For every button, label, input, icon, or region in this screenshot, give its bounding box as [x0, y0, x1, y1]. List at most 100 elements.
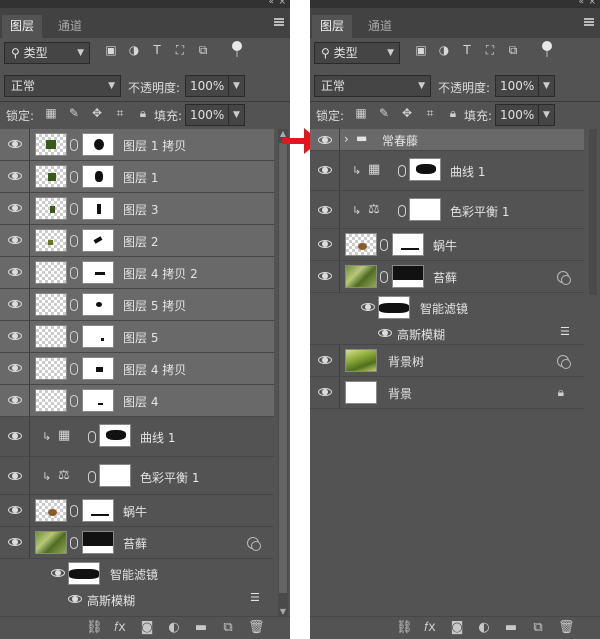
layer-row[interactable]: 高斯模糊 ☰ [310, 321, 584, 345]
adjustment-layer-icon[interactable]: ◐ [477, 620, 491, 635]
lock-artboard-icon[interactable]: ⌗ [113, 106, 127, 121]
blend-mode-dropdown[interactable]: 正常 ▼ [314, 75, 431, 97]
image-filter-icon[interactable]: ▣ [414, 43, 428, 57]
eye-icon[interactable] [7, 394, 23, 406]
eye-icon[interactable] [67, 593, 83, 605]
layer-row[interactable]: 图层 1 拷贝 [0, 129, 274, 161]
layer-row[interactable]: 图层 4 [0, 385, 274, 417]
layer-row[interactable]: 蜗牛 [310, 229, 584, 261]
layer-row[interactable]: ↳ ▦ 曲线 1 [310, 151, 584, 191]
fx-icon[interactable]: 𝑓x [113, 620, 127, 635]
type-filter-icon[interactable]: T [150, 43, 164, 57]
layer-row[interactable]: 图层 1 [0, 161, 274, 193]
smart-object-filter-icon[interactable]: ⧉ [506, 43, 520, 57]
eye-icon[interactable] [7, 298, 23, 310]
eye-icon[interactable] [7, 138, 23, 150]
layer-list-scrollbar[interactable] [588, 129, 598, 616]
blend-mode-dropdown[interactable]: 正常 ▼ [4, 75, 121, 97]
fill-input[interactable]: 100% [185, 104, 229, 126]
eye-icon[interactable] [317, 270, 333, 282]
filter-kind-dropdown[interactable]: ⚲ 类型 ▼ [314, 42, 400, 64]
filter-toggle[interactable] [542, 41, 552, 57]
eye-icon[interactable] [7, 362, 23, 374]
eye-icon[interactable] [360, 301, 376, 313]
eye-icon[interactable] [317, 386, 333, 398]
eye-icon[interactable] [317, 204, 333, 216]
new-layer-icon[interactable]: ⧉ [531, 620, 545, 635]
chevron-down-icon[interactable]: ▼ [539, 104, 555, 126]
tab-layers[interactable]: 图层 [2, 15, 43, 38]
filter-kind-dropdown[interactable]: ⚲ 类型 ▼ [4, 42, 90, 64]
new-layer-icon[interactable]: ⧉ [221, 620, 235, 635]
trash-icon[interactable]: 🗑︎ [558, 620, 575, 635]
eye-icon[interactable] [317, 238, 333, 250]
layer-row[interactable]: 背景树 [310, 345, 584, 377]
eye-icon[interactable] [317, 134, 333, 146]
eye-icon[interactable] [7, 234, 23, 246]
close-button[interactable]: × [588, 0, 596, 7]
lock-move-icon[interactable]: ✥ [400, 106, 414, 121]
fx-icon[interactable]: 𝑓x [423, 620, 437, 635]
lock-transparent-icon[interactable]: ▦ [354, 106, 368, 121]
eye-icon[interactable] [377, 327, 393, 339]
chevron-down-icon[interactable]: ▼ [229, 75, 245, 97]
layer-row[interactable]: ↳ ▦ 曲线 1 [0, 417, 274, 457]
layer-row[interactable]: 背景 🔒︎ [310, 377, 584, 409]
eye-icon[interactable] [7, 170, 23, 182]
adjustment-filter-icon[interactable]: ◑ [127, 43, 141, 57]
tab-channels[interactable]: 通道 [360, 15, 400, 38]
layer-row[interactable]: 蜗牛 [0, 495, 274, 527]
eye-icon[interactable] [7, 202, 23, 214]
eye-icon[interactable] [317, 164, 333, 176]
collapse-button[interactable]: « [578, 0, 584, 7]
layer-row[interactable]: 智能滤镜 [0, 559, 274, 587]
layer-row[interactable]: 高斯模糊 ☰ [0, 587, 274, 611]
opacity-input[interactable]: 100% [495, 75, 539, 97]
trash-icon[interactable]: 🗑︎ [248, 620, 265, 635]
lock-move-icon[interactable]: ✥ [90, 106, 104, 121]
layer-row[interactable]: 图层 4 拷贝 [0, 353, 274, 385]
layer-list-scrollbar[interactable]: ▲ ▼ [278, 129, 288, 616]
layer-row[interactable]: › ▬ 常春藤 [310, 129, 584, 151]
shape-filter-icon[interactable]: ⛶ [483, 43, 497, 57]
new-group-icon[interactable]: ▬ [504, 620, 518, 635]
layer-row[interactable]: 苔藓 [0, 527, 274, 559]
lock-brush-icon[interactable]: ✎ [67, 106, 81, 121]
eye-icon[interactable] [50, 567, 66, 579]
new-group-icon[interactable]: ▬ [194, 620, 208, 635]
chevron-down-icon[interactable]: ▼ [539, 75, 555, 97]
layer-row[interactable]: ↳ ⚖ 色彩平衡 1 [310, 191, 584, 229]
layer-row[interactable]: 图层 5 拷贝 [0, 289, 274, 321]
link-layers-icon[interactable]: ⛓ [86, 620, 103, 635]
fill-input[interactable]: 100% [495, 104, 539, 126]
filter-toggle[interactable] [232, 41, 242, 57]
lock-all-icon[interactable]: 🔒︎ [136, 106, 150, 121]
add-mask-icon[interactable]: ◙ [140, 620, 154, 635]
panel-menu-icon[interactable] [274, 18, 284, 26]
type-filter-icon[interactable]: T [460, 43, 474, 57]
lock-all-icon[interactable]: 🔒︎ [446, 106, 460, 121]
tab-layers[interactable]: 图层 [312, 15, 353, 38]
eye-icon[interactable] [7, 536, 23, 548]
chevron-right-icon[interactable]: › [344, 132, 349, 146]
layer-row[interactable]: 智能滤镜 [310, 293, 584, 321]
panel-menu-icon[interactable] [584, 18, 594, 26]
image-filter-icon[interactable]: ▣ [104, 43, 118, 57]
lock-transparent-icon[interactable]: ▦ [44, 106, 58, 121]
eye-icon[interactable] [7, 470, 23, 482]
filter-options-icon[interactable]: ☰ [250, 591, 260, 604]
layer-row[interactable]: 苔藓 [310, 261, 584, 293]
smart-object-filter-icon[interactable]: ⧉ [196, 43, 210, 57]
eye-icon[interactable] [7, 266, 23, 278]
layer-row[interactable]: 图层 4 拷贝 2 [0, 257, 274, 289]
shape-filter-icon[interactable]: ⛶ [173, 43, 187, 57]
eye-icon[interactable] [317, 354, 333, 366]
adjustment-layer-icon[interactable]: ◐ [167, 620, 181, 635]
chevron-down-icon[interactable]: ▼ [278, 607, 288, 616]
layer-row[interactable]: 图层 5 [0, 321, 274, 353]
layer-row[interactable]: 图层 2 [0, 225, 274, 257]
chevron-down-icon[interactable]: ▼ [229, 104, 245, 126]
collapse-button[interactable]: « [268, 0, 274, 7]
filter-options-icon[interactable]: ☰ [560, 325, 570, 338]
link-layers-icon[interactable]: ⛓ [396, 620, 413, 635]
